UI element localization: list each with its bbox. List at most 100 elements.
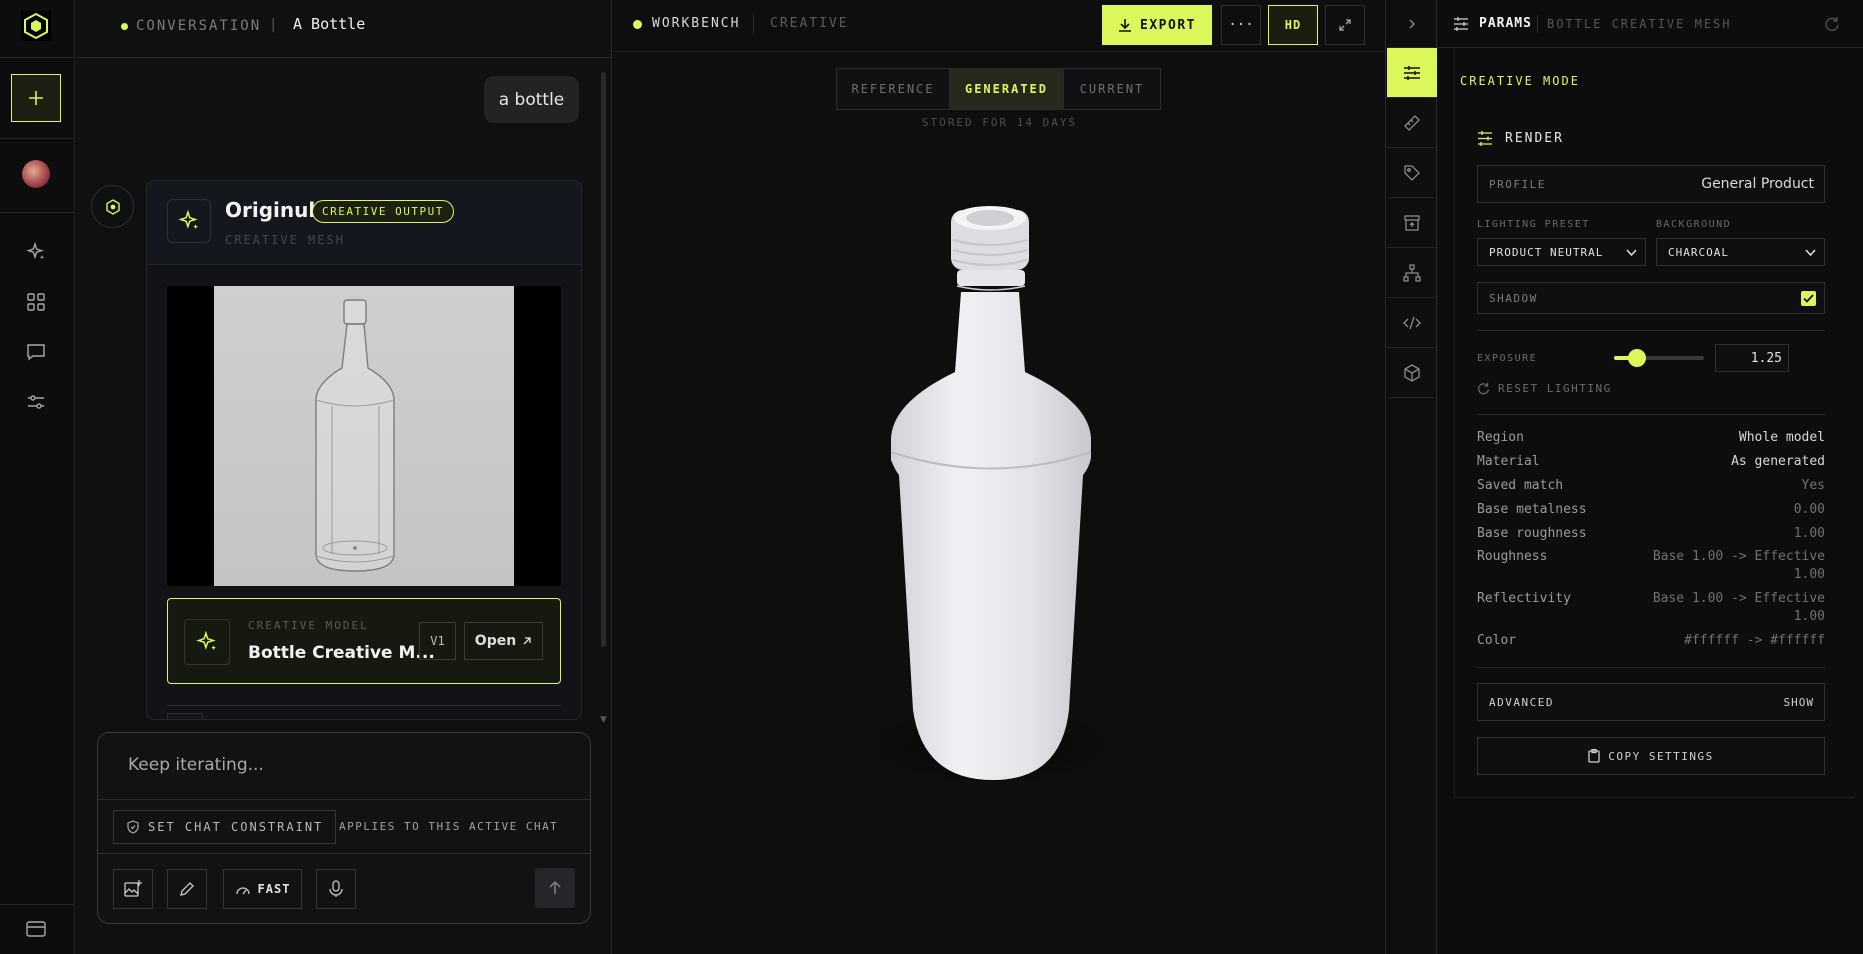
pencil-icon: [180, 882, 194, 896]
scrollbar[interactable]: [601, 72, 606, 647]
row-metalness-value: 0.00: [1793, 502, 1825, 517]
fullscreen-button[interactable]: [1325, 5, 1365, 45]
plus-icon: [29, 91, 43, 105]
profile-field[interactable]: PROFILE General Product: [1477, 165, 1825, 203]
reset-lighting-button[interactable]: RESET LIGHTING: [1477, 382, 1612, 395]
chat-header: CONVERSATION | A Bottle: [76, 0, 612, 58]
row-region-key: Region: [1477, 430, 1524, 445]
ruler-icon: [1404, 114, 1420, 131]
lighting-preset-select[interactable]: PRODUCT NEUTRAL: [1477, 238, 1646, 266]
output-title: Originull: [225, 198, 323, 222]
copy-settings-button[interactable]: COPY SETTINGS: [1477, 737, 1825, 775]
reset-label: RESET LIGHTING: [1498, 382, 1612, 395]
row-reflectivity-value-1: Base 1.00 -> Effective: [1652, 591, 1825, 606]
code-tool[interactable]: [1387, 298, 1437, 348]
shadow-field[interactable]: SHADOW: [1477, 282, 1825, 314]
advanced-label: ADVANCED: [1489, 696, 1554, 709]
row-base-roughness-key: Base roughness: [1477, 526, 1587, 541]
model-viewport[interactable]: [833, 190, 1133, 810]
profile-value: General Product: [1701, 176, 1814, 192]
code-icon: [1403, 316, 1421, 329]
archive-tool[interactable]: [1387, 198, 1437, 248]
hd-toggle[interactable]: HD: [1268, 5, 1318, 45]
tab-current[interactable]: CURRENT: [1064, 69, 1160, 109]
assistant-avatar: [91, 185, 134, 228]
lighting-value: PRODUCT NEUTRAL: [1489, 246, 1604, 259]
more-button[interactable]: ···: [1221, 5, 1261, 45]
package-tool[interactable]: [1387, 348, 1437, 398]
sliders-icon: [1404, 65, 1420, 80]
exposure-slider[interactable]: [1614, 349, 1704, 367]
slider-handle[interactable]: [1627, 349, 1646, 367]
copy-label: COPY SETTINGS: [1608, 749, 1714, 763]
left-rail: [0, 0, 75, 954]
check-icon: [1803, 294, 1814, 303]
shadow-checkbox[interactable]: [1801, 291, 1816, 306]
output-subtitle: CREATIVE MESH: [225, 233, 345, 247]
send-button[interactable]: [535, 868, 575, 908]
preview-image[interactable]: [167, 286, 561, 586]
tags-tool[interactable]: [1387, 148, 1437, 198]
grid-icon[interactable]: [14, 282, 58, 322]
row-roughness-key: Roughness: [1477, 549, 1548, 564]
edit-button[interactable]: [167, 869, 207, 909]
output-badge: CREATIVE OUTPUT: [312, 200, 454, 223]
model-card[interactable]: CREATIVE MODEL Bottle Creative M... V1 O…: [167, 598, 561, 684]
collapse-panel-button[interactable]: [1387, 0, 1437, 48]
chat-icon[interactable]: [14, 332, 58, 372]
constraint-hint: APPLIES TO THIS ACTIVE CHAT: [339, 820, 559, 833]
workbench-header: WORKBENCH CREATIVE EXPORT ··· HD: [613, 0, 1386, 52]
params-panel: PARAMS BOTTLE CREATIVE MESH CREATIVE MOD…: [1437, 0, 1863, 954]
background-label: BACKGROUND: [1656, 219, 1732, 230]
chat-input[interactable]: Keep iterating...: [128, 755, 264, 775]
expand-icon: [1339, 19, 1351, 31]
tab-generated[interactable]: GENERATED: [949, 69, 1064, 109]
tab-reference[interactable]: REFERENCE: [837, 69, 949, 109]
profile-label: PROFILE: [1489, 178, 1546, 191]
conversation-label: CONVERSATION: [136, 18, 262, 34]
export-label: EXPORT: [1140, 17, 1196, 33]
shield-icon: [127, 820, 139, 834]
add-image-button[interactable]: [113, 869, 153, 909]
sparkle-icon: [167, 199, 211, 243]
exposure-label: EXPOSURE: [1477, 353, 1538, 364]
output-card: Originull CREATIVE OUTPUT CREATIVE MESH: [146, 180, 582, 720]
row-saved-match-key: Saved match: [1477, 478, 1564, 493]
render-section-title: RENDER: [1505, 131, 1564, 146]
speed-button[interactable]: FAST: [223, 869, 302, 909]
model-name: Bottle Creative M...: [248, 643, 435, 663]
avatar[interactable]: [14, 154, 58, 194]
hierarchy-icon: [1403, 263, 1421, 282]
show-label[interactable]: SHOW: [1784, 696, 1815, 709]
sliders-icon: [1454, 17, 1468, 31]
sparkle-icon[interactable]: [14, 232, 58, 272]
open-button[interactable]: Open: [464, 622, 543, 660]
background-select[interactable]: CHARCOAL: [1656, 238, 1825, 266]
export-button[interactable]: EXPORT: [1102, 5, 1212, 45]
params-tool[interactable]: [1387, 48, 1437, 98]
mic-button[interactable]: [316, 869, 356, 909]
sliders-icon[interactable]: [14, 382, 58, 422]
exposure-value: 1.25: [1750, 351, 1782, 366]
version-badge: V1: [419, 622, 456, 660]
chevron-down-icon: [1626, 249, 1637, 257]
logo-icon[interactable]: [14, 6, 58, 46]
card-icon[interactable]: [14, 909, 58, 949]
hierarchy-tool[interactable]: [1387, 248, 1437, 298]
refresh-icon: [1478, 382, 1489, 395]
speed-label: FAST: [257, 882, 291, 896]
workbench-panel: WORKBENCH CREATIVE EXPORT ··· HD REFEREN…: [613, 0, 1386, 954]
workbench-label: WORKBENCH: [652, 16, 741, 31]
new-chat-button[interactable]: [11, 74, 61, 122]
measure-tool[interactable]: [1387, 98, 1437, 148]
refresh-icon[interactable]: [1824, 16, 1840, 32]
model-label: CREATIVE MODEL: [248, 619, 369, 632]
archive-icon: [1404, 214, 1420, 231]
arrow-out-icon: [523, 637, 531, 645]
exposure-input[interactable]: 1.25: [1715, 344, 1789, 372]
user-message: a bottle: [484, 76, 579, 123]
advanced-toggle[interactable]: ADVANCED SHOW: [1477, 683, 1825, 721]
set-chat-constraint-button[interactable]: SET CHAT CONSTRAINT: [113, 810, 337, 844]
scroll-down-icon[interactable]: ▼: [600, 715, 607, 725]
arrow-up-icon: [549, 880, 561, 894]
